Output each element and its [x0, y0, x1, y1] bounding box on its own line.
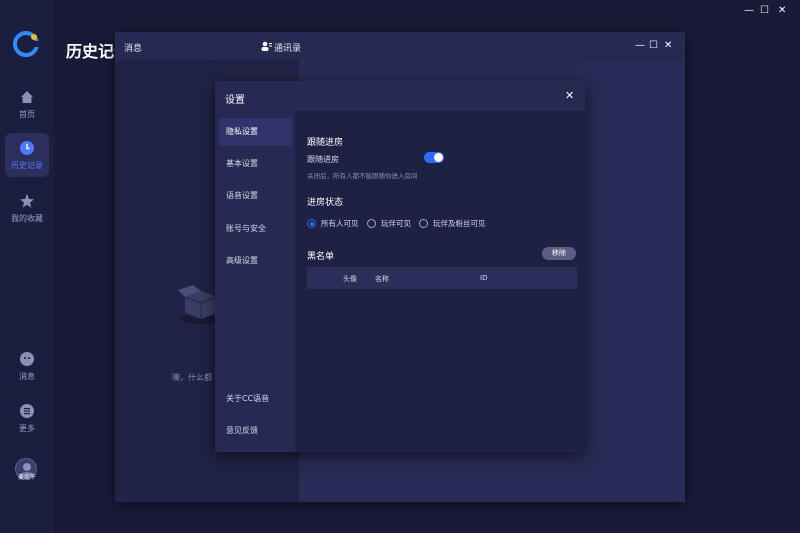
empty-state-text: 噢，什么都: [172, 373, 212, 382]
message-window-header: 消息 通讯录 — ☐ ✕: [115, 32, 685, 60]
home-icon: [21, 90, 33, 103]
settings-nav-basic[interactable]: 基本设置: [219, 150, 292, 178]
star-icon: [20, 193, 34, 208]
follow-hint: 关闭后，所有人都不能跟随你进入房间: [307, 172, 418, 180]
radio-label: 玩伴可见: [381, 219, 411, 228]
sidebar-item-label: 我的收藏: [11, 213, 43, 223]
settings-nav-advanced[interactable]: 高级设置: [219, 247, 292, 275]
radio-label: 玩伴及粉丝可见: [433, 219, 486, 228]
status-option-partners[interactable]: 玩伴可见: [367, 218, 411, 229]
chat-icon: [20, 351, 34, 366]
sidebar-item-home[interactable]: 首页: [5, 82, 49, 126]
settings-close-button[interactable]: ✕: [565, 89, 574, 102]
menu-icon: [20, 403, 34, 418]
settings-body: 跟随进房 跟随进房 关闭后，所有人都不能跟随你进入房间 进房状态 所有人可见 玩…: [295, 111, 585, 452]
sidebar-item-more[interactable]: 更多: [5, 396, 49, 440]
tab-messages[interactable]: 消息: [124, 41, 142, 54]
toggle-knob: [434, 153, 443, 162]
column-name: 名称: [375, 275, 389, 283]
settings-nav-about[interactable]: 关于CC语音: [219, 385, 292, 413]
settings-dialog: 设置 ✕ 隐私设置 基本设置 语音设置 账号与安全 高级设置 关于CC语音 意见…: [215, 81, 585, 452]
blacklist-table-header: 头像 名称 ID: [307, 267, 577, 289]
radio-dot: [367, 219, 376, 228]
minimize-button[interactable]: —: [744, 5, 754, 16]
msg-close-button[interactable]: ✕: [664, 40, 672, 51]
msg-minimize-button[interactable]: —: [635, 40, 645, 51]
settings-nav-account[interactable]: 账号与安全: [219, 215, 292, 243]
settings-nav-voice[interactable]: 语音设置: [219, 182, 292, 210]
sidebar-item-messages[interactable]: 消息: [5, 344, 49, 388]
column-avatar: 头像: [343, 275, 357, 283]
column-id: ID: [480, 274, 488, 282]
radio-label: 所有人可见: [321, 219, 359, 228]
clock-icon: [20, 140, 34, 155]
sidebar-item-label: 更多: [19, 423, 35, 433]
remove-button[interactable]: 移除: [542, 247, 576, 260]
settings-nav: 隐私设置 基本设置 语音设置 账号与安全 高级设置 关于CC语音 意见反馈: [215, 111, 295, 452]
sidebar-item-label: 首页: [19, 109, 35, 119]
status-option-partners-fans[interactable]: 玩伴及粉丝可见: [419, 218, 486, 229]
sidebar-item-history[interactable]: 历史记录: [5, 133, 49, 177]
status-section-title: 进房状态: [307, 198, 344, 208]
blacklist-title: 黑名单: [307, 252, 335, 262]
close-button[interactable]: ✕: [778, 5, 786, 16]
settings-title: 设置: [225, 95, 245, 106]
app-sidebar: 首页 历史记录 我的收藏 消息 更多 麦坨牛: [0, 0, 54, 533]
status-option-everyone[interactable]: 所有人可见: [307, 218, 359, 229]
settings-nav-feedback[interactable]: 意见反馈: [219, 417, 292, 445]
contacts-icon: [261, 41, 272, 51]
sidebar-item-label: 历史记录: [11, 160, 43, 170]
sidebar-item-favorites[interactable]: 我的收藏: [5, 186, 49, 230]
follow-section-title: 跟随进房: [307, 138, 344, 148]
maximize-button[interactable]: ☐: [760, 5, 769, 16]
settings-nav-privacy[interactable]: 隐私设置: [219, 118, 292, 146]
sidebar-item-label: 消息: [19, 371, 35, 381]
radio-dot: [419, 219, 428, 228]
app-logo-icon: [13, 31, 39, 57]
follow-toggle[interactable]: [424, 152, 444, 163]
msg-maximize-button[interactable]: ☐: [649, 40, 658, 51]
settings-header: 设置 ✕: [215, 81, 585, 111]
avatar-name: 麦坨牛: [17, 474, 36, 481]
radio-dot: [307, 219, 316, 228]
follow-label: 跟随进房: [307, 155, 339, 164]
tab-contacts[interactable]: 通讯录: [274, 41, 301, 54]
